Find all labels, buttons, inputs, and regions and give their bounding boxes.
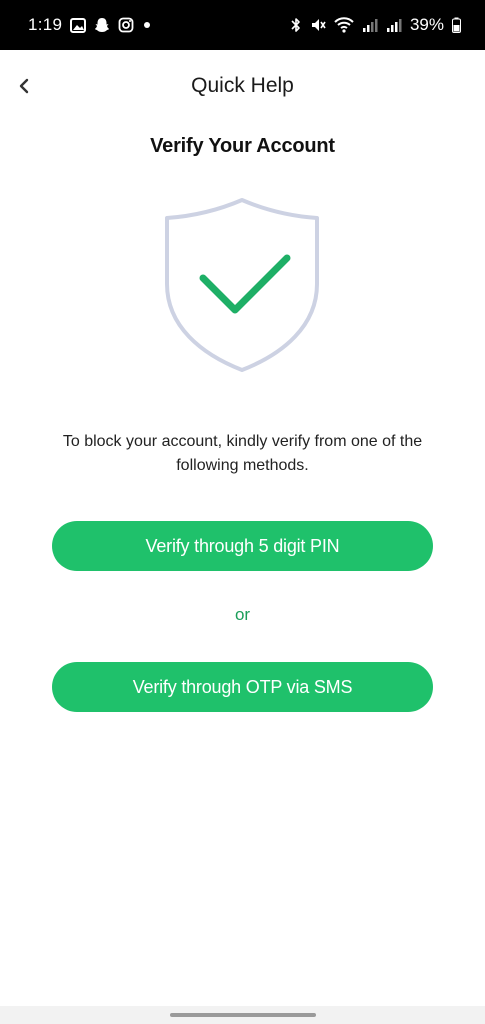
notification-dot-icon: [142, 20, 152, 30]
gallery-icon: [70, 17, 87, 33]
shield-check-icon: [163, 196, 321, 374]
instagram-icon: [118, 17, 134, 33]
battery-percent: 39%: [409, 15, 444, 34]
signal-icon: [362, 17, 378, 33]
or-separator: or: [234, 605, 251, 624]
verify-pin-button[interactable]: Verify through 5 digit PIN: [52, 521, 433, 571]
section-title: Verify Your Account: [150, 135, 335, 157]
instruction-text: To block your account, kindly verify fro…: [62, 433, 423, 474]
verify-otp-button[interactable]: Verify through OTP via SMS: [52, 662, 433, 712]
page-title: Quick Help: [191, 74, 294, 97]
bluetooth-icon: [290, 17, 302, 33]
verify-pin-button-label: Verify through 5 digit PIN: [145, 535, 340, 556]
snapchat-icon: [94, 17, 110, 33]
home-indicator[interactable]: [170, 1013, 316, 1017]
status-time: 1:19: [28, 15, 63, 34]
mute-icon: [310, 17, 326, 33]
status-bar-right: 39%: [290, 15, 461, 35]
status-bar: 1:19 39%: [0, 0, 485, 50]
battery-icon: [452, 17, 461, 33]
signal-icon-2: [386, 17, 402, 33]
wifi-icon: [334, 17, 354, 33]
verify-otp-button-label: Verify through OTP via SMS: [132, 676, 353, 697]
status-bar-left: 1:19: [28, 15, 152, 35]
app-header: Quick Help: [0, 50, 485, 126]
